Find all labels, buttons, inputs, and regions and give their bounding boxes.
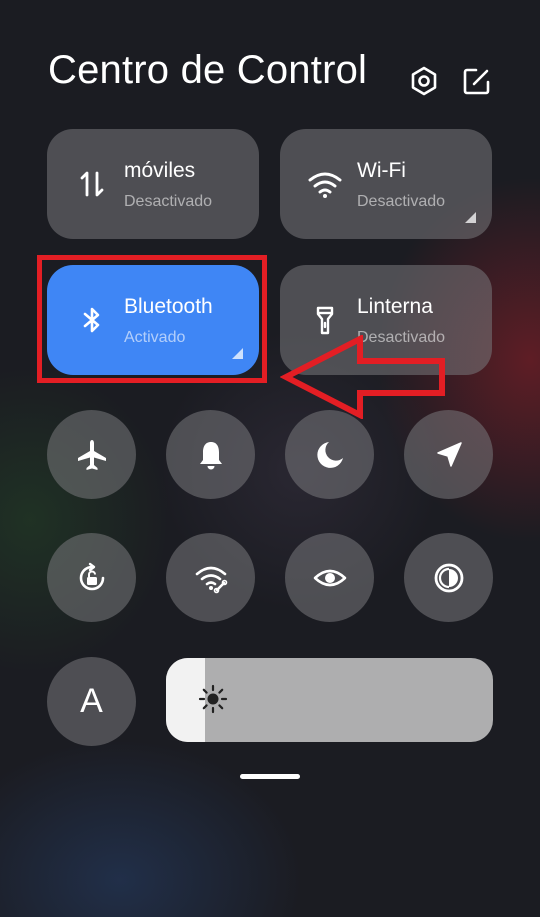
location-toggle[interactable] (404, 410, 493, 499)
airplane-icon (77, 439, 106, 470)
moon-icon (316, 441, 343, 468)
highlight-box (37, 255, 267, 383)
page-title: Centro de Control (48, 48, 368, 92)
tile-mobile-data[interactable]: móviles Desactivado (47, 129, 259, 239)
tile-mobile-data-label: móviles (124, 159, 196, 182)
font-size-label: A (80, 682, 103, 720)
expand-corner-icon[interactable] (465, 212, 476, 223)
rotation-lock-icon (79, 562, 104, 590)
reading-mode-toggle[interactable] (285, 533, 374, 622)
flashlight-icon (316, 306, 334, 335)
gear-hexagon-icon[interactable] (409, 66, 439, 96)
font-size-button[interactable]: A (47, 657, 136, 746)
sound-toggle[interactable] (166, 410, 255, 499)
mobile-data-arrows-icon (80, 171, 104, 197)
wifi-icon (308, 172, 342, 198)
contrast-icon (434, 563, 463, 592)
bell-icon (199, 441, 222, 469)
eye-icon (313, 569, 346, 586)
home-indicator[interactable] (240, 774, 300, 779)
tile-wifi[interactable]: Wi-Fi Desactivado (280, 129, 492, 239)
edit-icon[interactable] (462, 66, 492, 96)
tile-mobile-data-status: Desactivado (124, 193, 213, 210)
tile-wifi-status: Desactivado (357, 193, 446, 210)
sun-icon (198, 684, 228, 714)
dark-mode-toggle[interactable] (404, 533, 493, 622)
wifi-share-icon (195, 566, 227, 593)
airplane-mode-toggle[interactable] (47, 410, 136, 499)
tile-wifi-label: Wi-Fi (357, 159, 406, 182)
brightness-slider[interactable] (166, 658, 493, 742)
wifi-share-toggle[interactable] (166, 533, 255, 622)
rotation-lock-toggle[interactable] (47, 533, 136, 622)
do-not-disturb-toggle[interactable] (285, 410, 374, 499)
annotation-arrow-icon (280, 335, 445, 419)
tile-flashlight-label: Linterna (357, 295, 433, 318)
location-arrow-icon (436, 441, 462, 467)
